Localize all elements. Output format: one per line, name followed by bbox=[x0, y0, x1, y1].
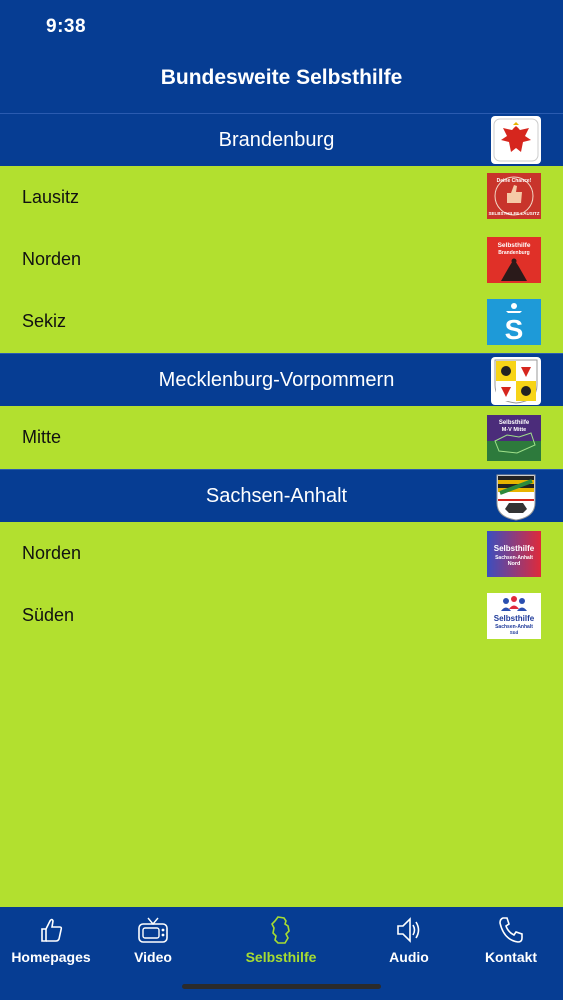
page-title: Bundesweite Selbsthilfe bbox=[160, 66, 403, 89]
selbsthilfe-sachsen-anhalt-sued-logo-icon: Selbsthilfe Sachsen-Anhalt Süd bbox=[487, 593, 541, 639]
section-title: Brandenburg bbox=[218, 129, 335, 151]
svg-text:Brandenburg: Brandenburg bbox=[498, 250, 529, 256]
svg-text:Selbsthilfe: Selbsthilfe bbox=[494, 544, 535, 553]
phone-icon bbox=[499, 917, 523, 943]
list-item-label: Mitte bbox=[22, 427, 62, 447]
list-item-label: Süden bbox=[22, 605, 75, 625]
list-item-label: Sekiz bbox=[22, 311, 67, 331]
list-item-sueden[interactable]: Süden Selbsthilfe Sachsen-Anhalt Süd bbox=[0, 584, 563, 646]
svg-text:S: S bbox=[505, 314, 524, 345]
selbsthilfe-sachsen-anhalt-nord-logo-icon: Selbsthilfe Sachsen-Anhalt Nord bbox=[487, 531, 541, 577]
list-item-sekiz[interactable]: Sekiz S bbox=[0, 290, 563, 352]
status-time: 9:38 bbox=[46, 16, 87, 37]
tab-label: Homepages bbox=[11, 949, 91, 965]
svg-text:Süd: Süd bbox=[510, 630, 519, 635]
section-header-mecklenburg-vorpommern: Mecklenburg-Vorpommern bbox=[0, 353, 563, 406]
svg-text:M-V Mitte: M-V Mitte bbox=[502, 427, 526, 433]
germany-map-icon bbox=[271, 916, 290, 944]
mv-coat-of-arms-icon bbox=[491, 357, 541, 405]
section-header-brandenburg: Brandenburg bbox=[0, 113, 563, 166]
svg-text:SELBSTHILFE LAUSITZ: SELBSTHILFE LAUSITZ bbox=[489, 211, 540, 216]
sekiz-logo-icon: S bbox=[487, 299, 541, 345]
tab-label: Kontakt bbox=[484, 949, 538, 965]
tab-label: Video bbox=[134, 949, 172, 965]
list-item-norden-sachsen-anhalt[interactable]: Norden Selbsthilfe Sachsen-Anhalt Nord bbox=[0, 522, 563, 584]
section-header-sachsen-anhalt: Sachsen-Anhalt bbox=[0, 469, 563, 522]
svg-text:Deine Chance!: Deine Chance! bbox=[497, 178, 532, 184]
app-header: 9:38 Bundesweite Selbsthilfe bbox=[0, 0, 563, 113]
brandenburg-eagle-icon bbox=[491, 116, 541, 164]
svg-text:Selbsthilfe: Selbsthilfe bbox=[494, 614, 535, 623]
sachsen-anhalt-coat-of-arms-icon bbox=[491, 473, 541, 521]
tab-audio[interactable]: Audio bbox=[354, 915, 464, 965]
list-item-label: Lausitz bbox=[22, 187, 80, 207]
tab-homepages[interactable]: Homepages bbox=[0, 915, 106, 965]
svg-text:Selbsthilfe: Selbsthilfe bbox=[498, 242, 531, 249]
list-item-lausitz[interactable]: Lausitz Deine Chance! SELBSTHILFE LAUSIT… bbox=[0, 166, 563, 228]
list-item-mitte[interactable]: Mitte Selbsthilfe M-V Mitte bbox=[0, 406, 563, 468]
section-title: Sachsen-Anhalt bbox=[205, 485, 348, 507]
tab-kontakt[interactable]: Kontakt bbox=[456, 915, 563, 965]
thumbs-up-icon bbox=[41, 918, 63, 942]
home-indicator[interactable] bbox=[182, 984, 381, 989]
tv-icon bbox=[138, 917, 168, 943]
section-title: Mecklenburg-Vorpommern bbox=[158, 369, 395, 391]
speaker-icon bbox=[397, 917, 420, 943]
svg-text:Selbsthilfe: Selbsthilfe bbox=[499, 420, 530, 426]
tab-selbsthilfe[interactable]: Selbsthilfe bbox=[226, 915, 336, 965]
thumbs-up-logo-icon: Deine Chance! SELBSTHILFE LAUSITZ bbox=[487, 173, 541, 219]
tab-label: Selbsthilfe bbox=[245, 949, 317, 965]
selbsthilfe-brandenburg-logo-icon: Selbsthilfe Brandenburg bbox=[487, 237, 541, 283]
list-item-label: Norden bbox=[22, 543, 82, 563]
svg-text:Nord: Nord bbox=[508, 561, 521, 567]
selbsthilfe-mv-mitte-logo-icon: Selbsthilfe M-V Mitte bbox=[487, 415, 541, 461]
tab-label: Audio bbox=[389, 949, 429, 965]
list-item-norden-brandenburg[interactable]: Norden Selbsthilfe Brandenburg bbox=[0, 228, 563, 290]
tab-video[interactable]: Video bbox=[98, 915, 208, 965]
list-item-label: Norden bbox=[22, 249, 82, 269]
